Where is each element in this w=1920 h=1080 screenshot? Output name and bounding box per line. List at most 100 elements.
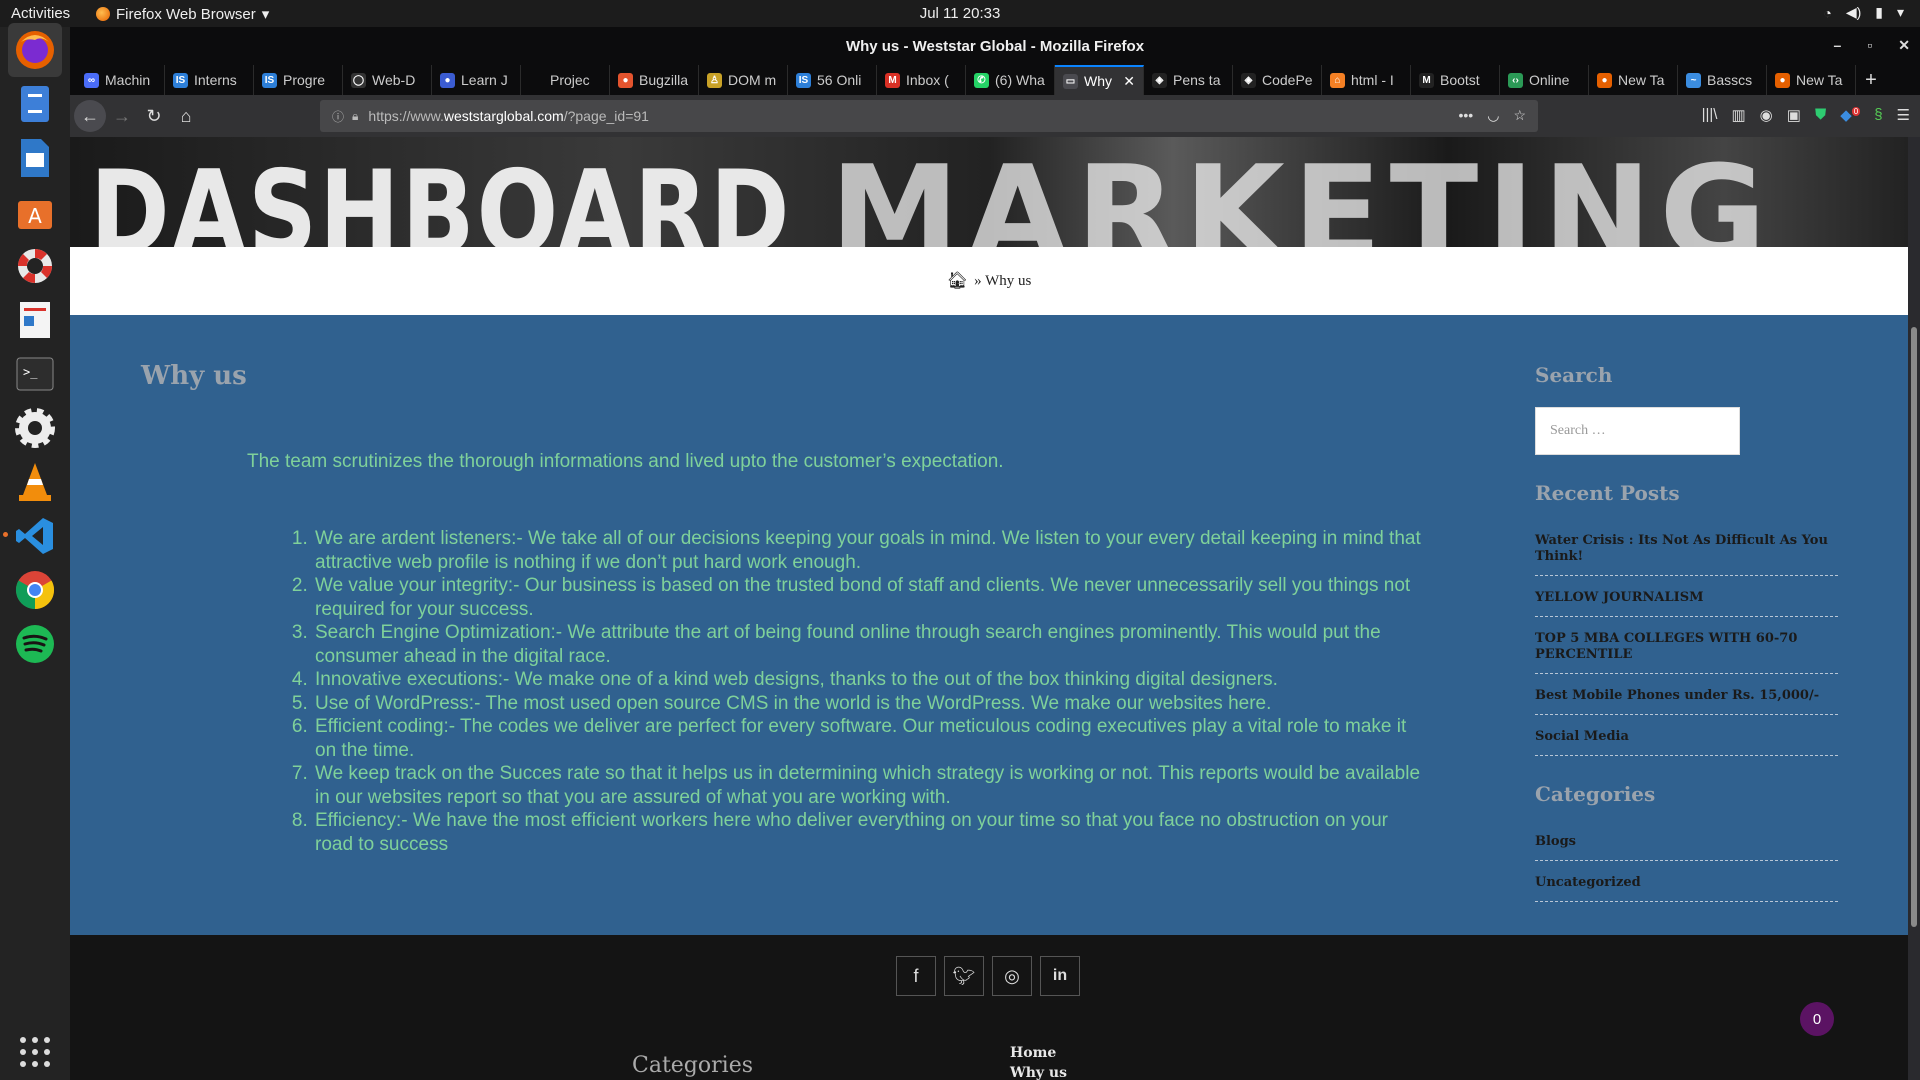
- shield-icon[interactable]: ⛊: [1815, 106, 1826, 124]
- dock-spotify[interactable]: [8, 617, 62, 671]
- clock[interactable]: Jul 11 20:33: [0, 5, 1920, 22]
- dock-settings[interactable]: [8, 401, 62, 455]
- maximize-button[interactable]: ▫: [1867, 37, 1872, 54]
- vscode-icon: [16, 518, 53, 554]
- url-text: https://www.weststarglobal.com/?page_id=…: [368, 108, 649, 124]
- browser-tab[interactable]: Projec: [521, 65, 610, 95]
- dock-vscode[interactable]: [8, 509, 62, 563]
- browser-tab[interactable]: ● New Ta: [1767, 65, 1856, 95]
- browser-tab[interactable]: ◈ CodePe: [1233, 65, 1322, 95]
- linkedin-icon[interactable]: in: [1040, 956, 1080, 996]
- window-titlebar[interactable]: Why us - Weststar Global - Mozilla Firef…: [70, 27, 1920, 65]
- browser-tab[interactable]: IS Interns: [165, 65, 254, 95]
- browser-tab[interactable]: ~ Basscs: [1678, 65, 1767, 95]
- dock-files[interactable]: [8, 77, 62, 131]
- dock-chrome[interactable]: [8, 563, 62, 617]
- categories-heading: Categories: [1535, 782, 1656, 806]
- window-title: Why us - Weststar Global - Mozilla Firef…: [845, 37, 1145, 55]
- recent-post-link[interactable]: Water Crisis : Its Not As Difficult As Y…: [1535, 519, 1838, 576]
- browser-tab[interactable]: ♙ DOM m: [699, 65, 788, 95]
- reload-button[interactable]: ↻: [138, 100, 170, 132]
- firefox-icon: [16, 31, 54, 69]
- url-bar[interactable]: ⓘ 🔒︎ https://www.weststarglobal.com/?pag…: [320, 100, 1538, 132]
- footer-link-home[interactable]: Home: [1010, 1043, 1067, 1063]
- recent-post-link[interactable]: Social Media: [1535, 715, 1838, 756]
- url-path: /?page_id=91: [563, 108, 649, 124]
- browser-tab[interactable]: M Inbox (: [877, 65, 966, 95]
- tab-label: Basscs: [1707, 72, 1753, 88]
- browser-tab[interactable]: ◯ Web-D: [343, 65, 432, 95]
- pocket-icon[interactable]: ◡: [1487, 107, 1499, 124]
- browser-tab[interactable]: ⌂ html - I: [1322, 65, 1411, 95]
- extension-s-icon[interactable]: §: [1874, 106, 1882, 124]
- dock-help[interactable]: [8, 239, 62, 293]
- list-item: Efficient coding:- The codes we deliver …: [313, 715, 1431, 762]
- extension-icon[interactable]: ▣: [1787, 106, 1801, 124]
- home-button[interactable]: ⌂: [170, 100, 202, 132]
- activities-button[interactable]: Activities: [11, 5, 70, 22]
- browser-tab[interactable]: ● Bugzilla: [610, 65, 699, 95]
- recent-post-link[interactable]: Best Mobile Phones under Rs. 15,000/-: [1535, 674, 1838, 715]
- sidebar-icon[interactable]: ▥: [1731, 106, 1745, 124]
- browser-tab[interactable]: ● New Ta: [1589, 65, 1678, 95]
- dock-firefox[interactable]: [8, 23, 62, 77]
- extension-badge-icon[interactable]: ◆ 0: [1840, 106, 1861, 124]
- tab-favicon-icon: IS: [262, 72, 277, 88]
- chat-widget-button[interactable]: 0: [1800, 1002, 1834, 1036]
- tab-favicon-icon: ‹›: [1508, 72, 1523, 88]
- hamburger-menu-icon[interactable]: ☰: [1897, 106, 1910, 124]
- dock-writer[interactable]: [8, 131, 62, 185]
- browser-tab[interactable]: ∞ Machin: [76, 65, 165, 95]
- twitter-icon[interactable]: 🐦︎: [944, 956, 984, 996]
- browser-tab[interactable]: ▭ Why ✕: [1055, 65, 1144, 95]
- library-icon[interactable]: |||\: [1702, 106, 1718, 124]
- close-window-button[interactable]: ✕: [1898, 37, 1910, 54]
- forward-button[interactable]: →: [106, 100, 138, 132]
- browser-tab[interactable]: ✆ (6) Wha: [966, 65, 1055, 95]
- web-page: DASHBOARD MARKETING 🏠︎ » Why us Why us T…: [70, 137, 1908, 1080]
- browser-tab[interactable]: ● Learn J: [432, 65, 521, 95]
- tab-label: html - I: [1351, 72, 1394, 88]
- account-icon[interactable]: ◉: [1760, 106, 1773, 124]
- category-link[interactable]: Uncategorized: [1535, 861, 1838, 902]
- page-actions-icon[interactable]: •••: [1459, 107, 1474, 124]
- tab-label: Web-D: [372, 72, 416, 88]
- search-input[interactable]: Search …: [1535, 407, 1740, 455]
- show-applications-button[interactable]: [8, 1025, 62, 1079]
- home-icon[interactable]: 🏠︎: [947, 271, 969, 291]
- browser-tab[interactable]: IS Progre: [254, 65, 343, 95]
- browser-tab[interactable]: ◈ Pens ta: [1144, 65, 1233, 95]
- tab-favicon-icon: ●: [618, 72, 633, 88]
- category-link[interactable]: Blogs: [1535, 820, 1838, 861]
- close-tab-icon[interactable]: ✕: [1123, 73, 1135, 90]
- footer-link-why-us[interactable]: Why us: [1010, 1063, 1067, 1080]
- tab-label: 56 Onli: [817, 72, 862, 88]
- dock-vlc[interactable]: [8, 455, 62, 509]
- app-menu[interactable]: Firefox Web Browser ▾: [96, 5, 269, 23]
- instagram-icon[interactable]: ◎: [992, 956, 1032, 996]
- bookmark-star-icon[interactable]: ☆: [1513, 107, 1526, 124]
- new-tab-button[interactable]: +: [1856, 69, 1886, 92]
- tab-strip: ∞ Machin IS Interns IS Progre ◯ Web-D ● Learn J Pr…: [70, 65, 1920, 95]
- svg-text:A: A: [28, 204, 42, 228]
- browser-tab[interactable]: M Bootst: [1411, 65, 1500, 95]
- browser-tab[interactable]: IS 56 Onli: [788, 65, 877, 95]
- hero-word-1: DASHBOARD: [90, 145, 792, 247]
- browser-tab[interactable]: ‹› Online: [1500, 65, 1589, 95]
- hero-banner: DASHBOARD MARKETING: [70, 137, 1908, 247]
- minimize-button[interactable]: –: [1834, 37, 1842, 54]
- scrollbar-thumb[interactable]: [1911, 327, 1917, 927]
- back-button[interactable]: ←: [74, 100, 106, 132]
- recent-post-link[interactable]: TOP 5 MBA COLLEGES WITH 60-70 PERCENTILE: [1535, 617, 1838, 674]
- recent-post-link[interactable]: YELLOW JOURNALISM: [1535, 576, 1838, 617]
- dock-terminal[interactable]: >_: [8, 347, 62, 401]
- reasons-list: We are ardent listeners:- We take all of…: [291, 527, 1431, 856]
- dock-reader[interactable]: [8, 293, 62, 347]
- system-tray[interactable]: ◔ ◀) ▮ ▾: [1823, 4, 1904, 21]
- page-scrollbar[interactable]: [1908, 137, 1920, 1080]
- facebook-icon[interactable]: f: [896, 956, 936, 996]
- tab-favicon-icon: [529, 72, 544, 88]
- dock-software[interactable]: A: [8, 185, 62, 239]
- tab-favicon-icon: ●: [1775, 72, 1790, 88]
- info-icon[interactable]: ⓘ: [332, 108, 344, 125]
